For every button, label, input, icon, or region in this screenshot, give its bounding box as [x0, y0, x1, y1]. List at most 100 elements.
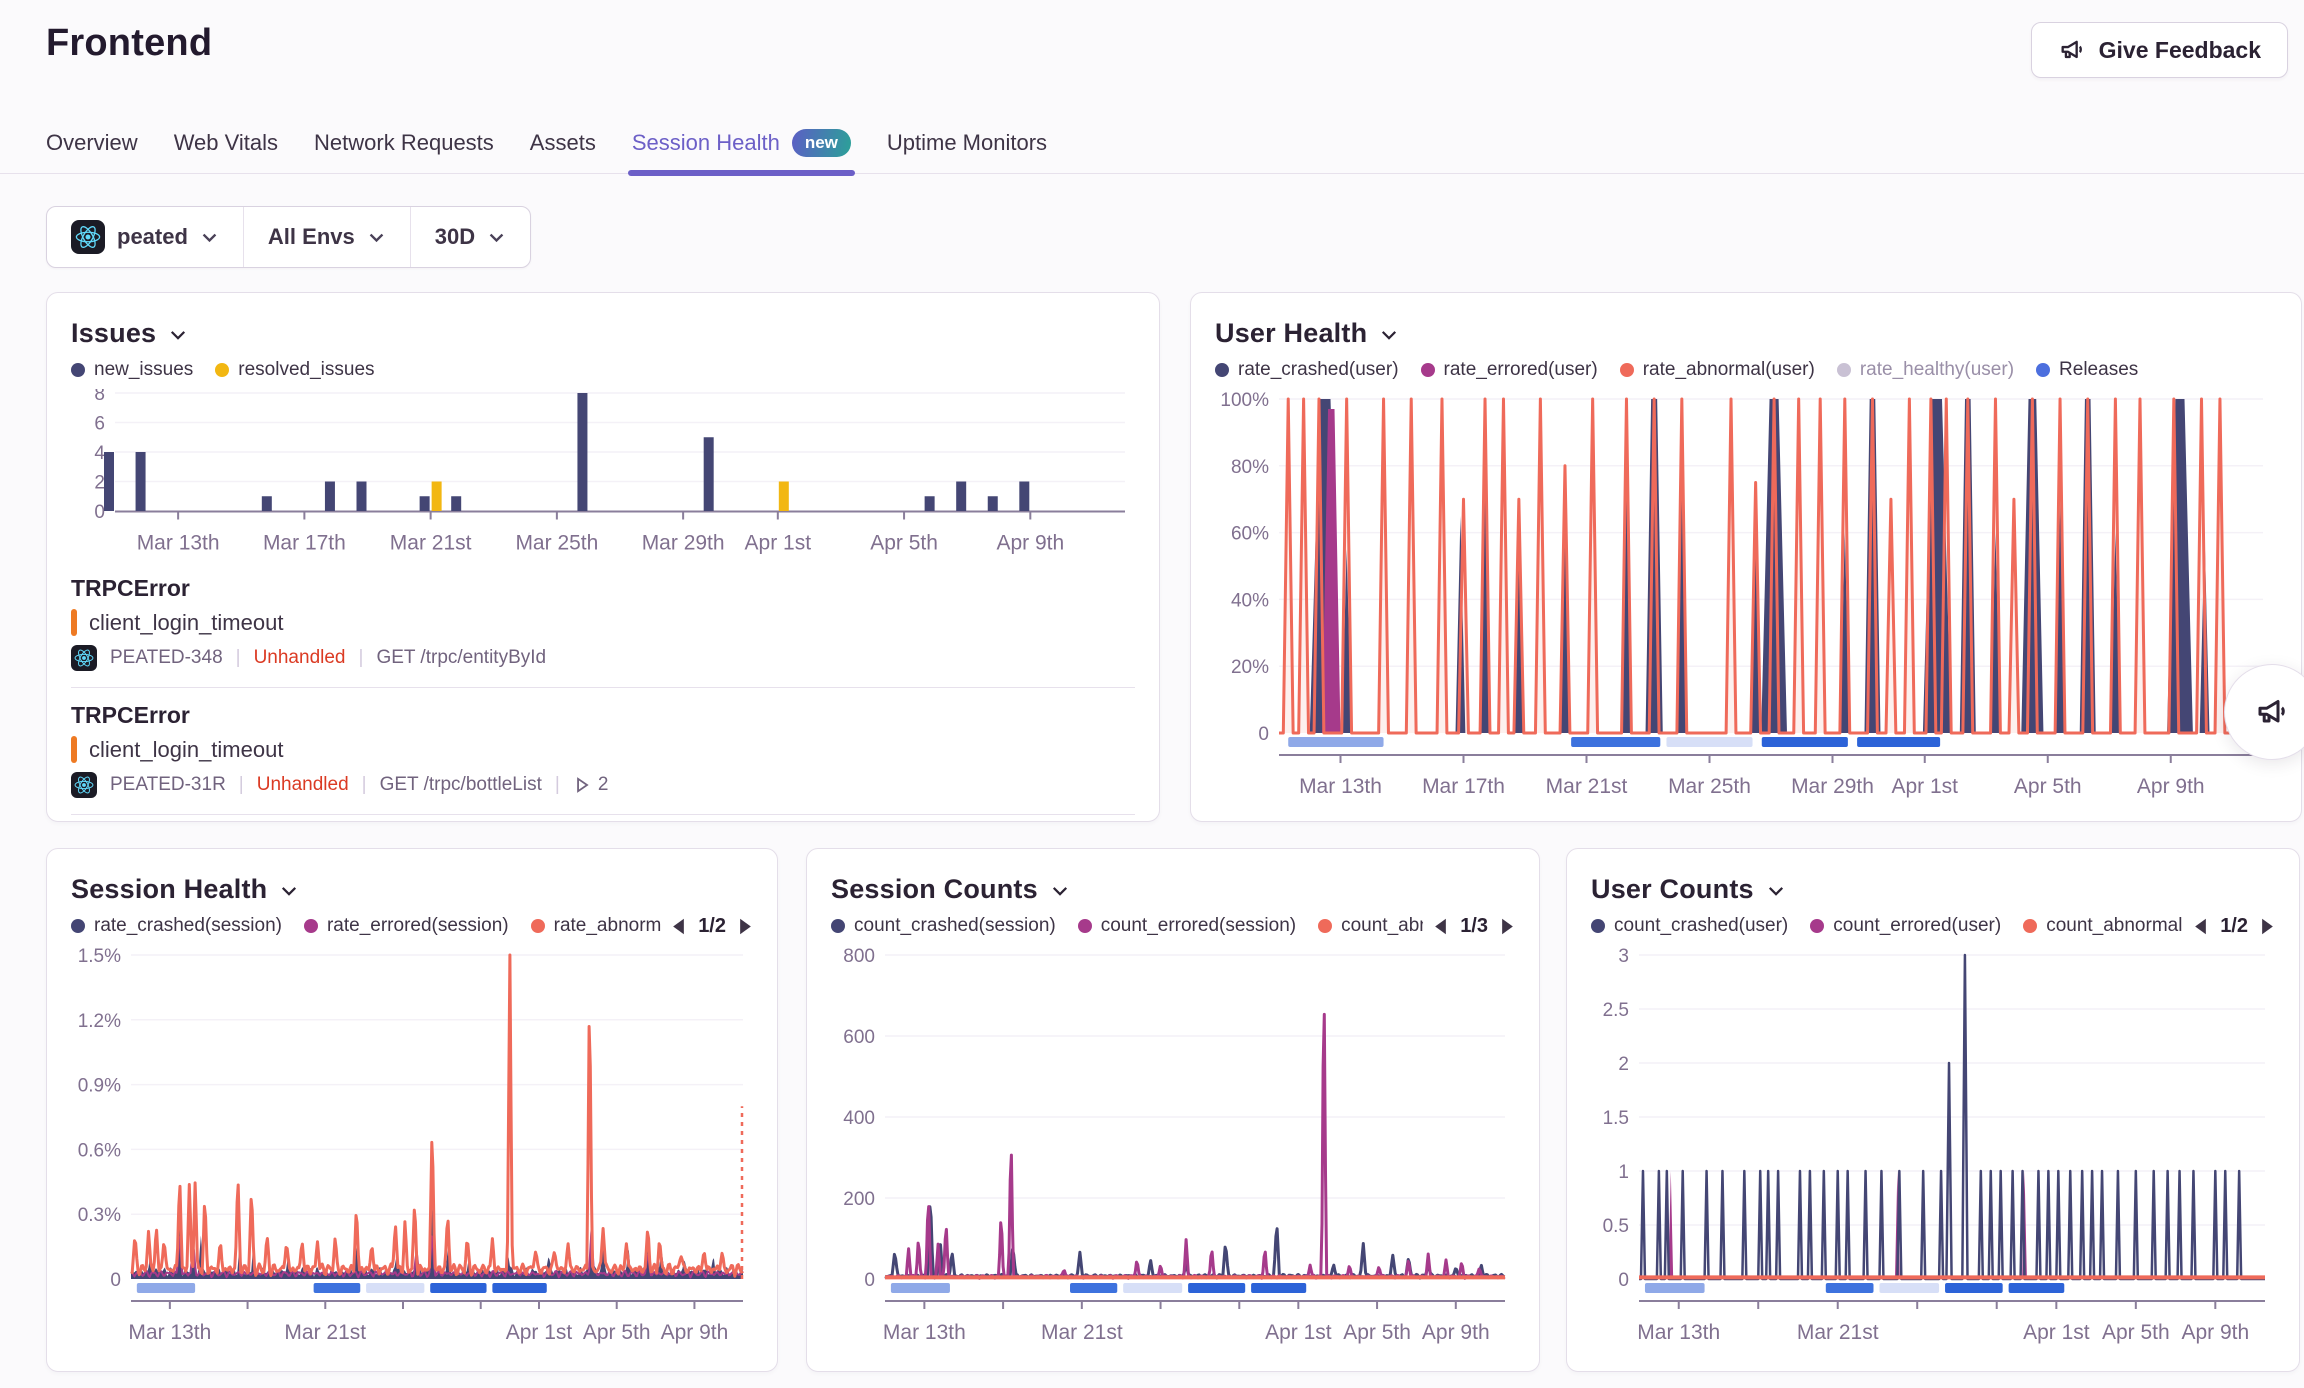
session-counts-panel: Session Counts count_crashed(session)cou… — [806, 848, 1540, 1372]
issue-item[interactable]: TRPCError client_login_timeout PEATED-31… — [71, 702, 1135, 798]
svg-text:800: 800 — [843, 947, 875, 967]
svg-text:40%: 40% — [1231, 590, 1269, 611]
svg-text:Mar 25th: Mar 25th — [515, 532, 598, 555]
svg-text:Apr 9th: Apr 9th — [996, 532, 1064, 555]
legend-item-rate-crashed-session-[interactable]: rate_crashed(session) — [71, 915, 282, 937]
svg-text:60%: 60% — [1231, 524, 1269, 545]
svg-text:0.5: 0.5 — [1603, 1216, 1629, 1237]
svg-text:0: 0 — [1258, 724, 1269, 745]
legend-item-count-errored-user-[interactable]: count_errored(user) — [1810, 915, 2001, 937]
svg-text:1: 1 — [1618, 1162, 1629, 1183]
divider — [71, 814, 1135, 815]
user-counts-panel-title[interactable]: User Counts — [1591, 871, 2275, 907]
user-health-panel-title[interactable]: User Health — [1215, 315, 2277, 351]
issue-title[interactable]: TRPCError — [71, 575, 1135, 602]
svg-text:0.3%: 0.3% — [78, 1205, 121, 1226]
session-counts-panel-title[interactable]: Session Counts — [831, 871, 1515, 907]
legend-item-resolved-issues[interactable]: resolved_issues — [215, 359, 374, 381]
legend-item-rate-errored-user-[interactable]: rate_errored(user) — [1421, 359, 1598, 381]
arrow-right-icon[interactable] — [2260, 917, 2275, 936]
legend-item-rate-healthy-user-[interactable]: rate_healthy(user) — [1837, 359, 2014, 381]
unhandled-tag: Unhandled — [254, 647, 346, 669]
project-filter[interactable]: peated — [47, 207, 243, 267]
tab-uptime-monitors[interactable]: Uptime Monitors — [887, 112, 1047, 173]
svg-text:Apr 1st: Apr 1st — [2023, 1321, 2090, 1344]
arrow-left-icon[interactable] — [671, 917, 686, 936]
svg-text:Apr 5th: Apr 5th — [2014, 775, 2082, 798]
error-level-bar — [71, 736, 77, 763]
legend-item-count-crashed-session-[interactable]: count_crashed(session) — [831, 915, 1056, 937]
issues-panel: Issues new_issuesresolved_issues 02468Ma… — [46, 292, 1160, 822]
series-color-dot — [1318, 919, 1332, 933]
issue-item[interactable]: TRPCError client_login_timeout PEATED-34… — [71, 575, 1135, 671]
divider — [71, 687, 1135, 688]
arrow-right-icon[interactable] — [1500, 917, 1515, 936]
issue-message: client_login_timeout — [71, 736, 1135, 763]
legend-pager: 1/3 — [1433, 915, 1515, 938]
legend-pager: 1/2 — [2193, 915, 2275, 938]
legend-item-rate-crashed-user-[interactable]: rate_crashed(user) — [1215, 359, 1399, 381]
issue-transaction: GET /trpc/bottleList — [380, 774, 542, 796]
session-counts-legend: count_crashed(session) count_errored(sess… — [831, 913, 1515, 939]
legend-item-count-errored-session-[interactable]: count_errored(session) — [1078, 915, 1296, 937]
tab-network-requests[interactable]: Network Requests — [314, 112, 494, 173]
svg-text:0: 0 — [94, 502, 105, 523]
legend-item-count-abnormal-session-[interactable]: count_abnormal(session) — [1318, 915, 1423, 937]
react-logo-icon — [71, 645, 97, 671]
svg-text:Mar 17th: Mar 17th — [263, 532, 346, 555]
svg-text:Mar 13th: Mar 13th — [883, 1321, 966, 1344]
series-color-dot — [215, 363, 229, 377]
svg-text:400: 400 — [843, 1108, 875, 1129]
issues-legend: new_issues resolved_issues — [71, 357, 1135, 383]
tab-assets[interactable]: Assets — [530, 112, 596, 173]
issues-panel-title[interactable]: Issues — [71, 315, 1135, 351]
legend-item-count-abnormal-user-[interactable]: count_abnormal(user) — [2023, 915, 2183, 937]
new-badge: new — [792, 129, 851, 157]
issue-title[interactable]: TRPCError — [71, 702, 1135, 729]
arrow-right-icon[interactable] — [738, 917, 753, 936]
issue-transaction: GET /trpc/entityById — [376, 647, 546, 669]
svg-text:2: 2 — [94, 473, 105, 494]
svg-text:Mar 13th: Mar 13th — [128, 1321, 211, 1344]
error-level-bar — [71, 609, 77, 636]
series-color-dot — [1078, 919, 1092, 933]
svg-text:Apr 9th: Apr 9th — [1422, 1321, 1490, 1344]
session-health-legend: rate_crashed(session) rate_errored(sessio… — [71, 913, 753, 939]
legend-item-rate-errored-session-[interactable]: rate_errored(session) — [304, 915, 509, 937]
tab-session-health[interactable]: Session Health new — [632, 112, 851, 173]
issues-chart[interactable]: 02468Mar 13thMar 17thMar 21stMar 25thMar… — [71, 389, 1135, 561]
tab-web-vitals[interactable]: Web Vitals — [174, 112, 278, 173]
date-range-filter[interactable]: 30D — [410, 207, 530, 267]
arrow-left-icon[interactable] — [1433, 917, 1448, 936]
session-health-panel-title[interactable]: Session Health — [71, 871, 753, 907]
chevron-down-icon — [168, 325, 188, 345]
legend-item-Releases[interactable]: Releases — [2036, 359, 2138, 381]
svg-text:Mar 21st: Mar 21st — [284, 1321, 366, 1344]
legend-page-indicator: 1/2 — [698, 915, 726, 938]
tab-overview[interactable]: Overview — [46, 112, 138, 173]
megaphone-icon — [2058, 36, 2086, 64]
user-health-chart[interactable]: 020%40%60%80%100%Mar 13thMar 17thMar 21s… — [1215, 391, 2277, 805]
svg-text:0.9%: 0.9% — [78, 1076, 121, 1097]
arrow-left-icon[interactable] — [2193, 917, 2208, 936]
environment-filter[interactable]: All Envs — [243, 207, 410, 267]
legend-item-rate-abnormal-user-[interactable]: rate_abnormal(user) — [1620, 359, 1815, 381]
legend-item-count-crashed-user-[interactable]: count_crashed(user) — [1591, 915, 1788, 937]
page-filter-bar: peated All Envs 30D — [46, 206, 531, 268]
user-health-legend: rate_crashed(user) rate_errored(user) rate… — [1215, 357, 2277, 383]
chevron-down-icon — [367, 228, 386, 247]
session-health-chart[interactable]: 00.3%0.6%0.9%1.2%1.5%Mar 13thMar 21stApr… — [71, 947, 753, 1351]
user-counts-panel: User Counts count_crashed(user) count_err… — [1566, 848, 2300, 1372]
session-counts-chart[interactable]: 0200400600800Mar 13thMar 21stApr 1stApr … — [831, 947, 1515, 1351]
give-feedback-button[interactable]: Give Feedback — [2031, 22, 2288, 78]
issue-short-id: PEATED-348 — [110, 647, 223, 669]
legend-item-new-issues[interactable]: new_issues — [71, 359, 193, 381]
series-color-dot — [1421, 363, 1435, 377]
user-counts-legend: count_crashed(user) count_errored(user) co… — [1591, 913, 2275, 939]
tab-bar: Overview Web Vitals Network Requests Ass… — [0, 112, 2304, 174]
svg-text:Apr 1st: Apr 1st — [506, 1321, 573, 1344]
event-count: 2 — [573, 774, 609, 796]
svg-text:Apr 1st: Apr 1st — [1891, 775, 1958, 798]
legend-item-rate-abnormal-session-[interactable]: rate_abnormal(session) — [531, 915, 662, 937]
user-counts-chart[interactable]: 00.511.522.53Mar 13thMar 21stApr 1stApr … — [1591, 947, 2275, 1351]
